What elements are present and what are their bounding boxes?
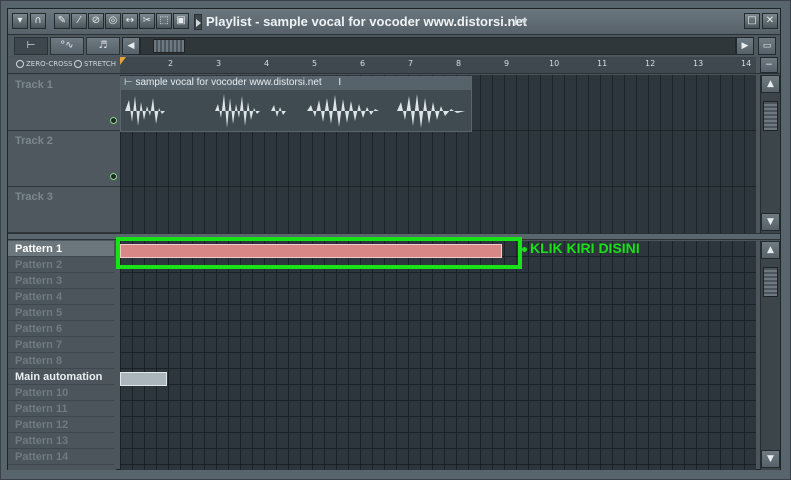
- ruler-tick: 10: [549, 59, 560, 68]
- toggle-view-button[interactable]: ▭: [758, 37, 776, 55]
- stretch-label: STRETCH: [84, 60, 117, 68]
- horizontal-scroll-thumb[interactable]: [153, 39, 185, 53]
- radio-icon: [16, 60, 24, 68]
- track-name: Track 3: [15, 191, 53, 203]
- pattern-row[interactable]: Pattern 7: [8, 337, 114, 353]
- track-name: Track 2: [15, 135, 53, 147]
- maximize-button[interactable]: □: [744, 13, 760, 29]
- track-led-icon[interactable]: [110, 117, 117, 124]
- pattern-row[interactable]: Pattern 4: [8, 289, 114, 305]
- pattern-row[interactable]: Pattern 5: [8, 305, 114, 321]
- pattern-list: Pattern 1 Pattern 2 Pattern 3 Pattern 4 …: [8, 241, 116, 470]
- select-icon[interactable]: ⬚: [156, 13, 172, 29]
- ruler-tick: 11: [597, 59, 608, 68]
- pattern-scroll-thumb[interactable]: [763, 267, 778, 297]
- zero-cross-option[interactable]: ZERO-CROSS: [16, 60, 72, 68]
- track-scroll-thumb[interactable]: [763, 101, 778, 131]
- timeline-ruler[interactable]: 2 3 4 5 6 7 8 9 10 11 12 13 14: [120, 57, 756, 73]
- highlight-box: [116, 237, 522, 269]
- tab-playlist[interactable]: ⊢: [14, 37, 48, 55]
- pattern-row[interactable]: Pattern 11: [8, 401, 114, 417]
- delete-icon[interactable]: ⊘: [88, 13, 104, 29]
- pencil-icon[interactable]: ✎: [54, 13, 70, 29]
- track-header[interactable]: Track 2: [8, 131, 120, 187]
- pattern-row[interactable]: Pattern 2: [8, 257, 114, 273]
- playlist-window: ▾ ∩ ✎ ⁄ ⊘ ◎ ↔ ✂ ⬚ ▣ Playlist - sample vo…: [0, 0, 791, 480]
- scroll-left-button[interactable]: ◀: [122, 37, 140, 55]
- ruler-tick: 2: [168, 59, 174, 68]
- scroll-up-button[interactable]: ▲: [761, 75, 780, 93]
- ruler-tick: 3: [216, 59, 222, 68]
- tab-automation[interactable]: °∿: [50, 37, 84, 55]
- pattern-grid[interactable]: [120, 241, 756, 470]
- track-led-icon[interactable]: [110, 173, 117, 180]
- brush-icon[interactable]: ⁄: [71, 13, 87, 29]
- track-header[interactable]: Track 1: [8, 75, 120, 131]
- pattern-row[interactable]: Pattern 3: [8, 273, 114, 289]
- scroll-down-button[interactable]: ▼: [761, 450, 780, 468]
- slice-icon[interactable]: ✂: [139, 13, 155, 29]
- zero-cross-label: ZERO-CROSS: [26, 60, 73, 68]
- ruler-tick: 6: [360, 59, 366, 68]
- view-tabs-row: ⊢ °∿ ♬ ◀ ▶ ▭: [8, 36, 780, 56]
- pattern-row[interactable]: Main automation: [8, 369, 114, 385]
- radio-icon: [74, 60, 82, 68]
- zoom-icon[interactable]: ▣: [173, 13, 189, 29]
- ruler-tick: 9: [504, 59, 510, 68]
- window-title: Playlist - sample vocal for vocoder www.…: [206, 14, 528, 29]
- options-ruler-row: ZERO-CROSS STRETCH 2 3 4 5 6 7 8 9 10 11…: [8, 57, 780, 74]
- menu-arrow-icon[interactable]: ▾: [12, 13, 28, 29]
- mute-icon[interactable]: ◎: [105, 13, 121, 29]
- close-button[interactable]: ✕: [762, 13, 778, 29]
- magnet-icon[interactable]: ∩: [30, 13, 46, 29]
- tab-patterns[interactable]: ♬: [86, 37, 120, 55]
- stretch-option[interactable]: STRETCH: [74, 60, 116, 68]
- scroll-up-button[interactable]: ▲: [761, 241, 780, 259]
- pattern-row[interactable]: Pattern 13: [8, 433, 114, 449]
- play-arrow-icon[interactable]: [194, 14, 202, 30]
- waveform: [125, 94, 465, 128]
- pattern-row[interactable]: Pattern 8: [8, 353, 114, 369]
- pattern-row[interactable]: Pattern 14: [8, 449, 114, 465]
- audio-clip-title: ⊢ sample vocal for vocoder www.distorsi.…: [121, 77, 471, 90]
- track-name: Track 1: [15, 79, 53, 91]
- pattern-row[interactable]: Pattern 10: [8, 385, 114, 401]
- track-header[interactable]: Track 3: [8, 187, 120, 233]
- pattern-row[interactable]: Pattern 1: [8, 241, 114, 257]
- ruler-tick: 5: [312, 59, 318, 68]
- audio-clip[interactable]: ⊢ sample vocal for vocoder www.distorsi.…: [120, 76, 472, 132]
- track-vertical-scrollbar[interactable]: ▲ ▼: [760, 75, 780, 233]
- pattern-vertical-scrollbar[interactable]: ▲ ▼: [760, 241, 780, 470]
- pattern-selector-dropdown[interactable]: I ▾: [514, 14, 527, 28]
- ruler-tick: 12: [645, 59, 656, 68]
- annotation-text: KLIK KIRI DISINI: [522, 240, 640, 256]
- scroll-down-button[interactable]: ▼: [761, 213, 780, 231]
- ruler-tick: 14: [741, 59, 752, 68]
- automation-clip-block[interactable]: [120, 372, 167, 386]
- pattern-row[interactable]: Pattern 12: [8, 417, 114, 433]
- ruler-tick: 13: [693, 59, 704, 68]
- playlist-frame: ▾ ∩ ✎ ⁄ ⊘ ◎ ↔ ✂ ⬚ ▣ Playlist - sample vo…: [7, 8, 781, 470]
- horizontal-scrollbar[interactable]: [140, 37, 736, 55]
- ruler-tick: 8: [456, 59, 462, 68]
- song-position-marker[interactable]: [120, 57, 126, 65]
- ruler-tick: 4: [264, 59, 270, 68]
- scroll-right-button[interactable]: ▶: [736, 37, 754, 55]
- title-bar[interactable]: ▾ ∩ ✎ ⁄ ⊘ ◎ ↔ ✂ ⬚ ▣ Playlist - sample vo…: [8, 9, 780, 35]
- track-grid[interactable]: ⊢ sample vocal for vocoder www.distorsi.…: [120, 75, 756, 233]
- pattern-row[interactable]: Pattern 6: [8, 321, 114, 337]
- ruler-tick: 7: [408, 59, 414, 68]
- slip-icon[interactable]: ↔: [122, 13, 138, 29]
- minus-icon[interactable]: −: [760, 57, 778, 73]
